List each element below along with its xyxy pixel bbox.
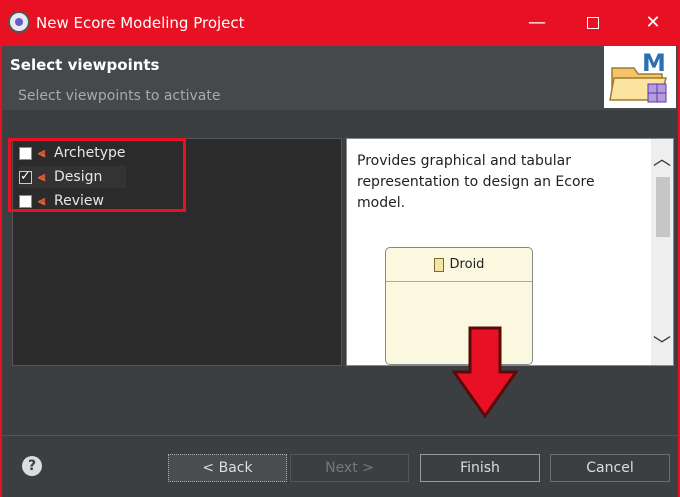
viewpoints-highlight <box>8 138 186 212</box>
red-down-arrow <box>452 326 518 418</box>
maximize-button[interactable] <box>578 8 608 38</box>
scrollbar-thumb[interactable] <box>656 177 670 237</box>
finish-button[interactable]: Finish <box>420 454 540 482</box>
minimize-button[interactable]: — <box>522 8 552 38</box>
wizard-banner: M <box>604 46 676 108</box>
class-name: Droid <box>449 257 485 272</box>
page-subtitle: Select viewpoints to activate <box>18 88 221 104</box>
window-title: New Ecore Modeling Project <box>36 14 245 32</box>
description-text: Provides graphical and tabular represent… <box>357 153 595 211</box>
next-button: Next > <box>290 454 409 482</box>
chevron-down-icon[interactable]: ﹀ <box>651 335 673 357</box>
title-bar: New Ecore Modeling Project — ✕ <box>0 0 680 46</box>
help-button[interactable]: ? <box>22 456 42 476</box>
class-header: Droid <box>386 248 532 282</box>
maximize-icon <box>587 17 599 29</box>
eclass-icon <box>433 257 444 272</box>
close-button[interactable]: ✕ <box>638 8 668 38</box>
chevron-up-icon[interactable]: ︿ <box>651 149 673 171</box>
back-button[interactable]: < Back <box>168 454 287 482</box>
eclipse-icon <box>8 11 30 33</box>
wizard-header: Select viewpoints Select viewpoints to a… <box>2 46 678 110</box>
modeling-project-icon: M <box>609 49 667 103</box>
cancel-button[interactable]: Cancel <box>550 454 670 482</box>
wizard-dialog: Select viewpoints Select viewpoints to a… <box>0 46 680 497</box>
footer-divider <box>2 435 678 436</box>
svg-text:M: M <box>642 49 666 77</box>
description-scrollbar[interactable]: ︿ ﹀ <box>651 139 673 365</box>
page-title: Select viewpoints <box>10 56 160 74</box>
